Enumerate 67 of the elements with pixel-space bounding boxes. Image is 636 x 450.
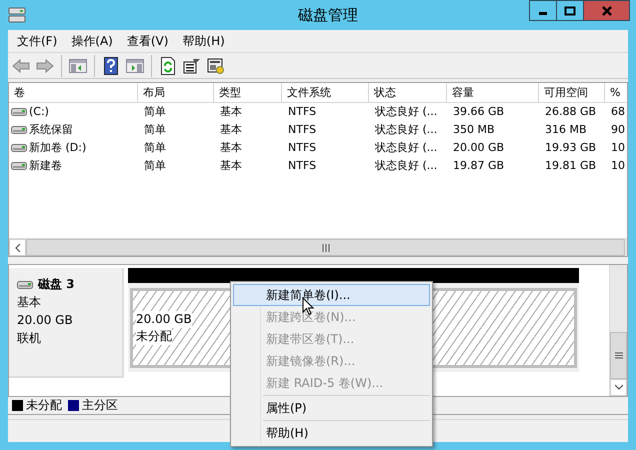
table-cell: 简单 (144, 141, 166, 154)
table-cell: 90 (611, 123, 625, 136)
table-cell: 10 (611, 141, 625, 154)
table-cell: 19.87 GB (453, 159, 504, 172)
table-cell: 基本 (220, 105, 242, 118)
table-cell: 状态良好 (... (375, 141, 438, 154)
legend-label: 主分区 (82, 396, 118, 414)
table-cell: NTFS (288, 105, 316, 118)
volume-name: 新加卷 (D:) (29, 140, 86, 156)
partition-label: 未分配 (136, 328, 172, 346)
scrollbar-thumb[interactable] (26, 239, 625, 256)
grip-icon (614, 352, 622, 358)
close-icon (600, 6, 612, 16)
drive-icon (11, 125, 27, 136)
volume-name: 系统保留 (29, 122, 73, 138)
minimize-icon (539, 12, 547, 15)
table-cell: NTFS (288, 159, 316, 172)
menu-item[interactable]: 查看(V) (120, 32, 176, 50)
table-cell: 状态良好 (... (375, 105, 438, 118)
disk-management-icon (8, 7, 26, 23)
table-cell: NTFS (288, 123, 316, 136)
table-cell: 19.93 GB (545, 141, 596, 154)
chevron-left-icon (14, 244, 20, 252)
scroll-left-button[interactable] (9, 239, 26, 256)
minimize-button[interactable] (529, 0, 557, 21)
table-cell: 状态良好 (... (375, 123, 438, 136)
disk-status: 联机 (17, 330, 42, 348)
table-cell: 39.66 GB (453, 105, 504, 118)
table-cell: 10 (611, 159, 625, 172)
menu-item[interactable]: 新建简单卷(I)... (233, 284, 430, 306)
table-cell: 68 (611, 105, 625, 118)
window-title: 磁盘管理 (297, 6, 359, 24)
menu-item[interactable]: 文件(F) (10, 32, 64, 50)
table-cell: 简单 (144, 123, 166, 136)
table-cell: 19.81 GB (545, 159, 596, 172)
maximize-button[interactable] (556, 0, 584, 21)
chevron-down-icon (614, 384, 622, 390)
table-cell: 26.88 GB (545, 105, 596, 118)
legend-label: 未分配 (26, 396, 62, 414)
table-cell: 简单 (144, 105, 166, 118)
table-cell: 350 MB (453, 123, 495, 136)
table-cell: 基本 (220, 123, 242, 136)
menu-item[interactable]: 属性(P) (233, 397, 430, 419)
disk-type: 基本 (17, 294, 42, 312)
table-cell: 状态良好 (... (375, 159, 438, 172)
scroll-down-button[interactable] (610, 378, 627, 396)
menu-item[interactable]: 帮助(H) (175, 32, 232, 50)
table-cell: 基本 (220, 159, 242, 172)
close-button[interactable] (583, 0, 630, 21)
drive-icon (11, 161, 27, 172)
maximize-icon (564, 6, 576, 16)
disk-size: 20.00 GB (17, 312, 74, 330)
grip-icon (322, 244, 330, 252)
volume-name: (C:) (29, 104, 49, 120)
drive-icon (11, 143, 27, 154)
table-cell: 简单 (144, 159, 166, 172)
volume-name: 新建卷 (29, 158, 62, 174)
partition-size: 20.00 GB (136, 311, 192, 328)
scrollbar-thumb[interactable] (610, 332, 627, 378)
table-cell: 基本 (220, 141, 242, 154)
table-cell: 316 MB (545, 123, 587, 136)
menu-item[interactable]: 操作(A) (64, 32, 120, 50)
table-cell: NTFS (288, 141, 316, 154)
disk-name: 磁盘 3 (38, 276, 75, 294)
menu-item[interactable]: 帮助(H) (233, 422, 430, 444)
table-cell: 20.00 GB (453, 141, 504, 154)
drive-icon (11, 107, 27, 118)
